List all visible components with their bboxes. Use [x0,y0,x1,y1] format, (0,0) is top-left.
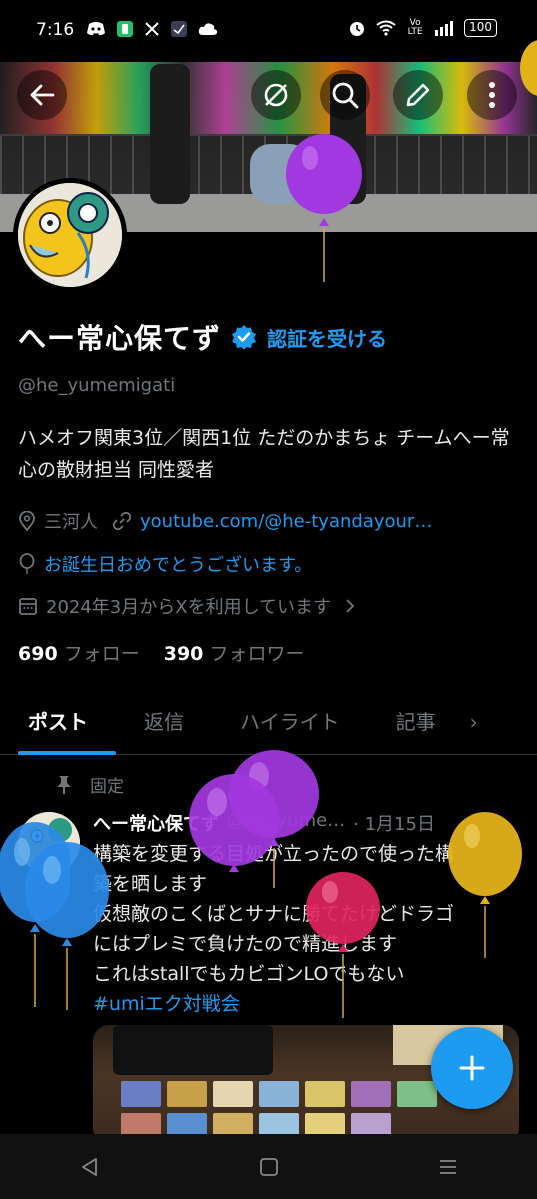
display-name: へー常心保てず [18,322,222,355]
tab-highlights[interactable]: ハイライト [212,695,368,755]
birthday-row: お誕生日おめでとうございます。 [18,551,312,577]
signal-icon [435,21,454,36]
nav-home-icon[interactable] [258,1156,280,1178]
post-line: 築を晒します [93,873,208,895]
post-line: にはプレミで負けたので精進します [93,933,398,955]
discord-icon [87,22,105,36]
chevron-right-icon [346,599,355,613]
website-link[interactable]: youtube.com/@he-tyandayour… [140,511,432,532]
image-card [259,1081,299,1107]
wifi-icon [376,20,396,36]
plus-icon [459,1055,485,1081]
tabs-scroll-indicator[interactable]: › [464,695,478,755]
vertical-dots-icon [489,82,495,108]
pinned-indicator: 固定 [56,772,124,797]
grok-button[interactable] [251,70,301,120]
followers-link[interactable]: 390 フォロワー [164,639,305,666]
following-count: 690 [18,643,58,665]
verified-badge-icon [232,325,257,350]
post-author-name[interactable]: へー常心保てず [93,810,219,836]
edit-button[interactable] [393,70,443,120]
tab-replies[interactable]: 返信 [116,695,212,755]
location-pin-icon [19,511,35,531]
calendar-icon [19,598,37,615]
follow-stats: 690 フォロー 390 フォロワー [18,639,304,666]
system-nav-bar [0,1134,537,1199]
pinned-label: 固定 [90,777,124,797]
followers-label: フォロワー [209,643,305,665]
tab-articles[interactable]: 記事 [368,695,464,755]
profile-tabs: ポスト 返信 ハイライト 記事 › [0,695,537,755]
image-card [121,1081,161,1107]
location-website-row: 三河人 youtube.com/@he-tyandayour… [18,508,432,534]
balloon-icon [19,553,35,574]
joined-text: 2024年3月からXを利用しています [46,597,332,618]
post-line: 仮想敵のこくばとサナに勝てたけどドラゴ [93,903,455,925]
post-header: へー常心保てず @he_yume… · 1月15日 [93,810,523,836]
arrow-left-icon [30,84,55,106]
post-author-avatar[interactable] [18,812,80,874]
search-button[interactable] [320,70,370,120]
compose-fab[interactable] [431,1027,513,1109]
profile-name-row: へー常心保てず 認証を受ける [18,317,387,357]
post-hashtag[interactable]: #umiエク対戦会 [93,989,523,1019]
magikarp-illustration-icon [18,183,122,287]
following-link[interactable]: 690 フォロー [18,639,140,666]
banner-person [250,144,310,204]
post-text[interactable]: 構築を変更する目処が立ったので使った構 築を晒します 仮想敵のこくばとサナに勝て… [93,839,523,1019]
image-cloth [113,1025,273,1075]
image-card [351,1081,391,1107]
nav-recents-icon[interactable] [437,1156,459,1178]
system-status: Vo LTE 100 [348,19,497,37]
image-card [213,1081,253,1107]
pencil-icon [406,83,430,107]
image-card [305,1081,345,1107]
get-verified-link[interactable]: 認証を受ける [267,323,387,352]
app-check-icon [171,21,187,37]
search-icon [332,82,359,109]
status-time: 7:16 [36,20,75,40]
post-line: これはstallでもカビゴンLOでもない [93,963,405,985]
app-green-icon [117,21,133,37]
image-card [397,1081,437,1107]
profile-bio: ハメオフ関東3位／関西1位 ただのかまちょ チームへー常心の散財担当 同性愛者 [18,427,510,481]
post-line: 構築を変更する目処が立ったので使った構 [93,843,455,865]
x-app-icon [145,22,159,36]
banner-person [150,64,190,204]
profile-handle: @he_yumemigati [18,375,176,396]
tab-posts[interactable]: ポスト [0,695,116,755]
following-label: フォロー [63,643,140,665]
battery-indicator: 100 [464,19,497,37]
nav-back-icon[interactable] [79,1156,101,1178]
notification-icons [86,20,218,38]
birthday-text: お誕生日おめでとうございます。 [44,555,313,576]
alarm-icon [350,22,365,36]
post-author-handle: @he_yume… [227,810,346,831]
followers-count: 390 [163,643,204,665]
status-bar: 7:16 Vo LTE 100 [0,0,537,62]
joined-row[interactable]: 2024年3月からXを利用しています [18,593,355,619]
magikarp-illustration-icon [18,812,80,874]
avatar-image [18,183,122,287]
back-button[interactable] [17,70,67,120]
network-label: Vo LTE [407,18,423,37]
image-card [167,1081,207,1107]
link-icon [112,511,132,531]
grok-icon [264,83,288,107]
more-button[interactable] [467,70,517,120]
profile-avatar[interactable] [13,178,127,292]
location-text: 三河人 [44,512,98,533]
cloud-icon [198,23,218,35]
post-date: · 1月15日 [353,814,435,835]
pushpin-icon [57,775,71,794]
